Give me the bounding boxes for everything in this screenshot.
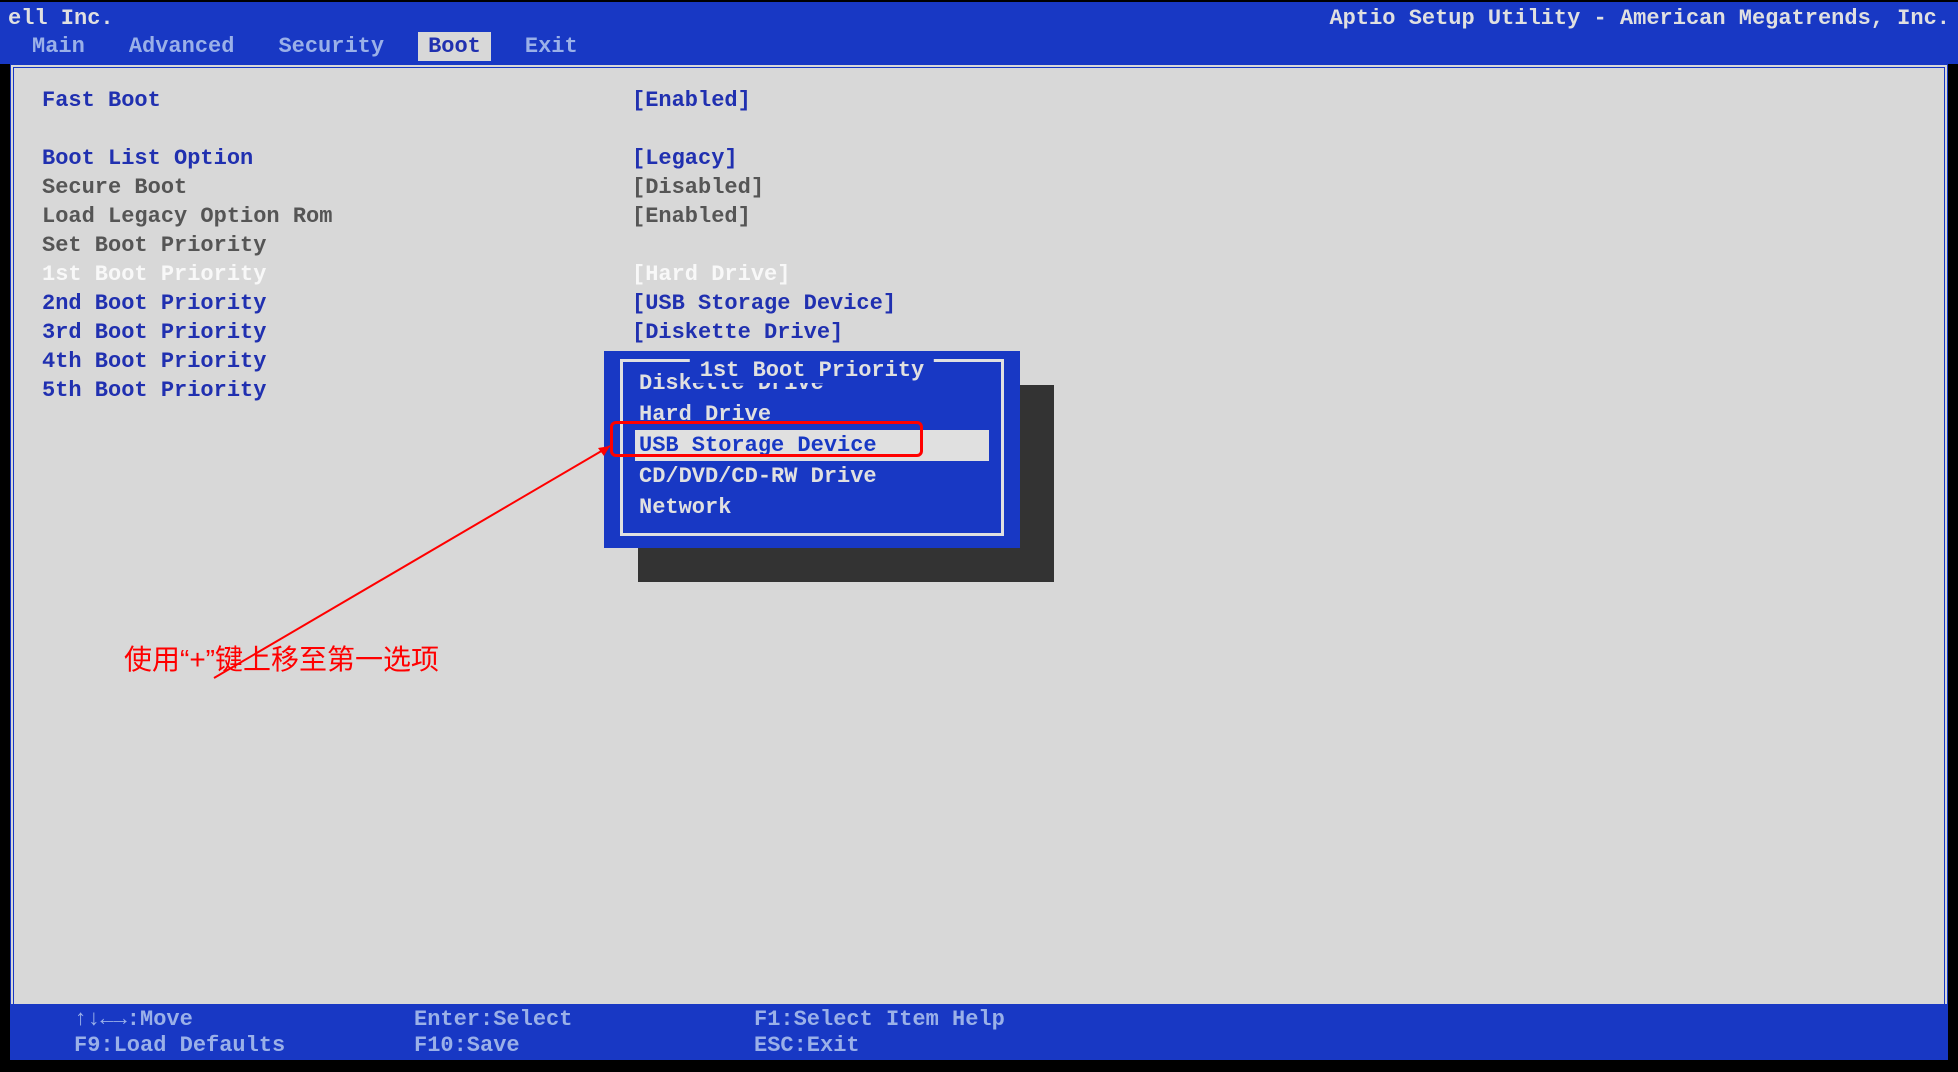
label-secure-boot: Secure Boot: [42, 173, 632, 202]
label-fast-boot: Fast Boot: [42, 86, 632, 115]
popup-item-cddvd[interactable]: CD/DVD/CD-RW Drive: [635, 461, 989, 492]
tab-exit[interactable]: Exit: [515, 32, 588, 61]
footer-move: ↑↓←→:Move: [74, 1007, 414, 1032]
row-2nd-boot-priority[interactable]: 2nd Boot Priority [USB Storage Device]: [42, 289, 1916, 318]
value-3rd-priority: [Diskette Drive]: [632, 318, 843, 347]
footer-f10: F10:Save: [414, 1033, 754, 1058]
value-boot-list-option: [Legacy]: [632, 144, 738, 173]
value-2nd-priority: [USB Storage Device]: [632, 289, 896, 318]
value-1st-priority: [Hard Drive]: [632, 260, 790, 289]
popup-item-hdd[interactable]: Hard Drive: [635, 399, 989, 430]
row-secure-boot[interactable]: Secure Boot [Disabled]: [42, 173, 1916, 202]
popup-title: 1st Boot Priority: [690, 358, 934, 383]
popup-box: 1st Boot Priority Diskette Drive Hard Dr…: [604, 351, 1020, 548]
footer-enter: Enter:Select: [414, 1007, 754, 1032]
vendor-right: Aptio Setup Utility - American Megatrend…: [1329, 6, 1950, 31]
row-load-legacy-rom[interactable]: Load Legacy Option Rom [Enabled]: [42, 202, 1916, 231]
tab-advanced[interactable]: Advanced: [119, 32, 245, 61]
bios-screen: ell Inc. Aptio Setup Utility - American …: [0, 0, 1958, 1072]
footer-f9: F9:Load Defaults: [74, 1033, 414, 1058]
label-2nd-priority: 2nd Boot Priority: [42, 289, 632, 318]
value-load-legacy-rom: [Enabled]: [632, 202, 751, 231]
footer-esc: ESC:Exit: [754, 1033, 1884, 1058]
value-fast-boot: [Enabled]: [632, 86, 751, 115]
popup-item-network[interactable]: Network: [635, 492, 989, 523]
label-set-boot-priority: Set Boot Priority: [42, 231, 632, 260]
label-3rd-priority: 3rd Boot Priority: [42, 318, 632, 347]
annotation-text: 使用“+”键上移至第一选项: [124, 638, 439, 678]
vendor-left: ell Inc.: [8, 6, 114, 31]
tab-security[interactable]: Security: [268, 32, 394, 61]
popup-item-usb[interactable]: USB Storage Device: [635, 430, 989, 461]
value-secure-boot: [Disabled]: [632, 173, 764, 202]
boot-priority-popup: 1st Boot Priority Diskette Drive Hard Dr…: [604, 351, 1020, 548]
label-load-legacy-rom: Load Legacy Option Rom: [42, 202, 632, 231]
row-boot-list-option[interactable]: Boot List Option [Legacy]: [42, 144, 1916, 173]
label-5th-priority: 5th Boot Priority: [42, 376, 632, 405]
row-fast-boot[interactable]: Fast Boot [Enabled]: [42, 86, 1916, 115]
label-1st-priority: 1st Boot Priority: [42, 260, 632, 289]
tab-boot[interactable]: Boot: [418, 32, 491, 61]
row-set-boot-priority[interactable]: Set Boot Priority: [42, 231, 1916, 260]
footer-help-bar: ↑↓←→:Move Enter:Select F1:Select Item He…: [10, 1004, 1948, 1060]
row-1st-boot-priority[interactable]: 1st Boot Priority [Hard Drive]: [42, 260, 1916, 289]
tab-bar: Main Advanced Security Boot Exit: [22, 32, 588, 61]
tab-main[interactable]: Main: [22, 32, 95, 61]
row-3rd-boot-priority[interactable]: 3rd Boot Priority [Diskette Drive]: [42, 318, 1916, 347]
label-boot-list-option: Boot List Option: [42, 144, 632, 173]
boot-panel: Fast Boot [Enabled] Boot List Option [Le…: [10, 64, 1948, 1024]
label-4th-priority: 4th Boot Priority: [42, 347, 632, 376]
footer-f1: F1:Select Item Help: [754, 1007, 1884, 1032]
